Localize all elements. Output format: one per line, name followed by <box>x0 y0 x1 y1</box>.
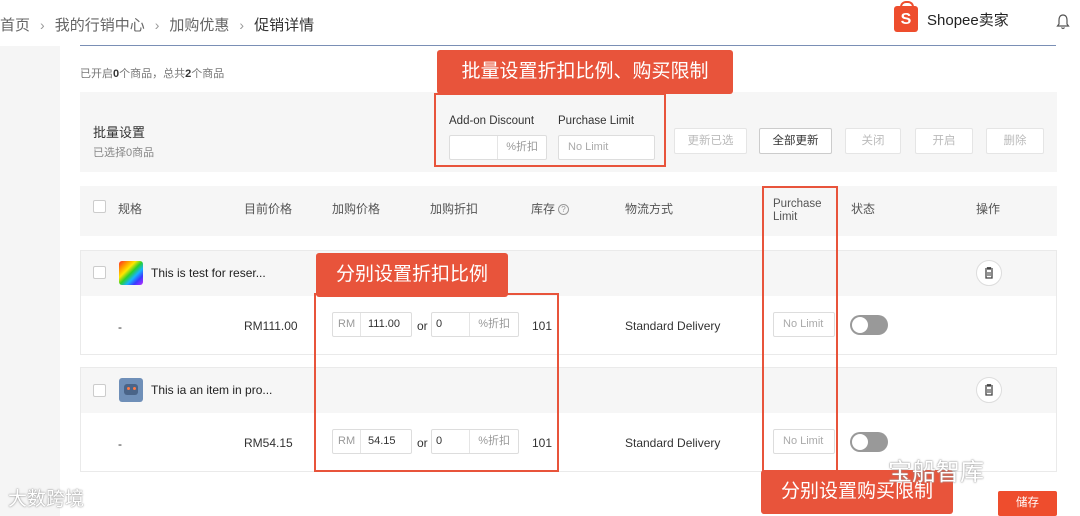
trash-icon[interactable] <box>976 260 1002 286</box>
header-current-price: 目前价格 <box>244 202 293 216</box>
update-all-button[interactable]: 全部更新 <box>759 128 832 154</box>
divider <box>80 45 1056 46</box>
header-spec: 规格 <box>118 202 143 216</box>
variant-spec: - <box>118 320 122 334</box>
breadcrumb: 首页 › 我的行销中心 › 加购优惠 › 促销详情 <box>0 14 314 35</box>
highlight-purchase-limit <box>762 186 838 472</box>
highlight-batch-inputs <box>434 93 666 167</box>
chevron-right-icon: › <box>40 16 45 33</box>
batch-title: 批量设置 <box>93 125 146 140</box>
top-bar: 首页 › 我的行销中心 › 加购优惠 › 促销详情 S Shopee卖家 <box>0 0 1080 46</box>
summary-prefix: 已开启 <box>80 68 113 80</box>
enabled-summary: 已开启0个商品，总共2个商品 <box>80 65 224 81</box>
breadcrumb-home[interactable]: 首页 <box>0 14 30 35</box>
summary-middle: 个商品，总共 <box>119 68 186 80</box>
header-shipping: 物流方式 <box>625 202 674 216</box>
callout-item-discount-note: 分别设置折扣比例 <box>316 253 508 297</box>
status-toggle[interactable] <box>850 315 888 335</box>
callout-batch-note: 批量设置折扣比例、购买限制 <box>437 50 733 94</box>
bell-icon[interactable] <box>1056 14 1070 30</box>
header-addon-price: 加购价格 <box>332 202 381 216</box>
disable-button[interactable]: 关闭 <box>845 128 901 154</box>
current-price: RM111.00 <box>244 319 298 333</box>
header-actions: 操作 <box>976 202 1001 216</box>
watermark-left: 大数跨境 <box>8 488 85 510</box>
header-addon-discount: 加购折扣 <box>430 202 479 216</box>
help-icon[interactable]: ? <box>558 204 570 216</box>
watermark-right: 宝船智库 <box>888 458 984 486</box>
brand-logo[interactable]: S Shopee卖家 <box>894 1 1009 32</box>
select-all-checkbox[interactable] <box>93 200 106 213</box>
current-price: RM54.15 <box>244 436 293 450</box>
chevron-right-icon: › <box>239 16 245 33</box>
shipping-method: Standard Delivery <box>625 319 721 333</box>
update-selected-button[interactable]: 更新已选 <box>674 128 747 154</box>
product-name[interactable]: This is test for reser... <box>151 266 266 280</box>
trash-icon[interactable] <box>976 377 1002 403</box>
breadcrumb-marketing[interactable]: 我的行销中心 <box>55 14 145 35</box>
trash-glyph <box>985 384 993 396</box>
item-checkbox[interactable] <box>93 266 106 279</box>
chevron-right-icon: › <box>154 16 160 33</box>
summary-suffix: 个商品 <box>191 68 225 80</box>
brand-name: Shopee卖家 <box>927 11 1009 29</box>
breadcrumb-addon-deals[interactable]: 加购优惠 <box>169 14 229 35</box>
product-thumbnail <box>119 261 143 285</box>
item-checkbox[interactable] <box>93 384 106 397</box>
trash-glyph <box>985 267 993 279</box>
batch-selected-count: 已选择0商品 <box>93 147 155 159</box>
highlight-item-discount <box>314 293 559 472</box>
variant-spec: - <box>118 437 122 451</box>
header-stock-label: 库存 <box>531 202 556 216</box>
product-name[interactable]: This ia an item in pro... <box>151 383 272 397</box>
header-status: 状态 <box>851 202 876 216</box>
status-toggle[interactable] <box>850 432 888 452</box>
product-thumbnail <box>119 378 143 402</box>
header-stock: 库存? <box>531 200 570 217</box>
shipping-method: Standard Delivery <box>625 436 721 450</box>
breadcrumb-current: 促销详情 <box>254 17 315 34</box>
shopee-bag-icon: S <box>894 1 918 32</box>
delete-button[interactable]: 删除 <box>986 128 1044 154</box>
save-button[interactable]: 储存 <box>998 491 1057 516</box>
enable-button[interactable]: 开启 <box>915 128 973 154</box>
left-panel <box>0 46 60 516</box>
promotion-detail-page: 首页 › 我的行销中心 › 加购优惠 › 促销详情 S Shopee卖家 已开启… <box>0 0 1080 516</box>
